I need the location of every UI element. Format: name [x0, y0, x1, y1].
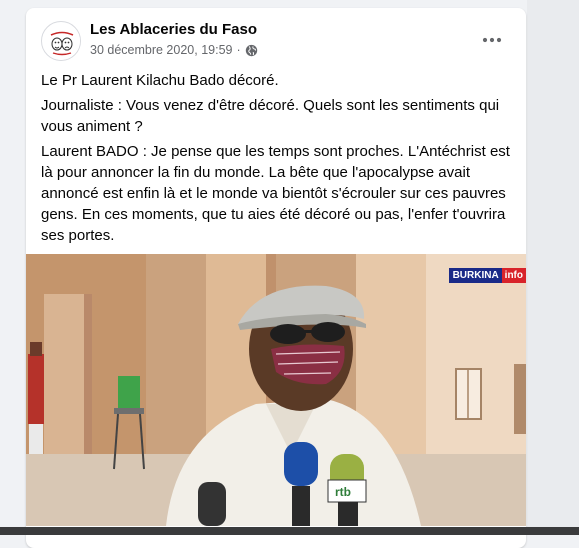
globe-icon[interactable] [245, 44, 258, 57]
post-paragraph-3: Laurent BADO : Je pense que les temps so… [41, 143, 510, 244]
bottom-bar [0, 527, 579, 535]
post-photo[interactable]: rtb BURKINA info [26, 254, 526, 526]
post-date-link[interactable]: 30 décembre 2020, 19:59 [90, 42, 232, 58]
page-avatar[interactable] [41, 21, 81, 61]
logo-text-burkina: BURKINA [448, 268, 502, 283]
post-header: Les Ablaceries du Faso 30 décembre 2020,… [26, 8, 526, 70]
photo-illustration: rtb [26, 254, 526, 526]
svg-text:rtb: rtb [335, 485, 351, 499]
burkina-info-logo: BURKINA info [448, 268, 526, 283]
meta-separator: · [236, 43, 241, 57]
more-options-button[interactable] [478, 26, 506, 54]
logo-text-info: info [501, 268, 526, 283]
post-paragraph-2: Journaliste : Vous venez d'être décoré. … [41, 97, 500, 135]
page-name-link[interactable]: Les Ablaceries du Faso [90, 21, 257, 39]
post-card: Les Ablaceries du Faso 30 décembre 2020,… [26, 8, 526, 548]
post-paragraph-1: Le Pr Laurent Kilachu Bado décoré. [41, 72, 279, 89]
post-meta: 30 décembre 2020, 19:59 · [90, 42, 258, 58]
post-body: Le Pr Laurent Kilachu Bado décoré. Journ… [41, 70, 513, 250]
more-dots-icon [482, 37, 502, 43]
page-background-strip [527, 0, 579, 535]
